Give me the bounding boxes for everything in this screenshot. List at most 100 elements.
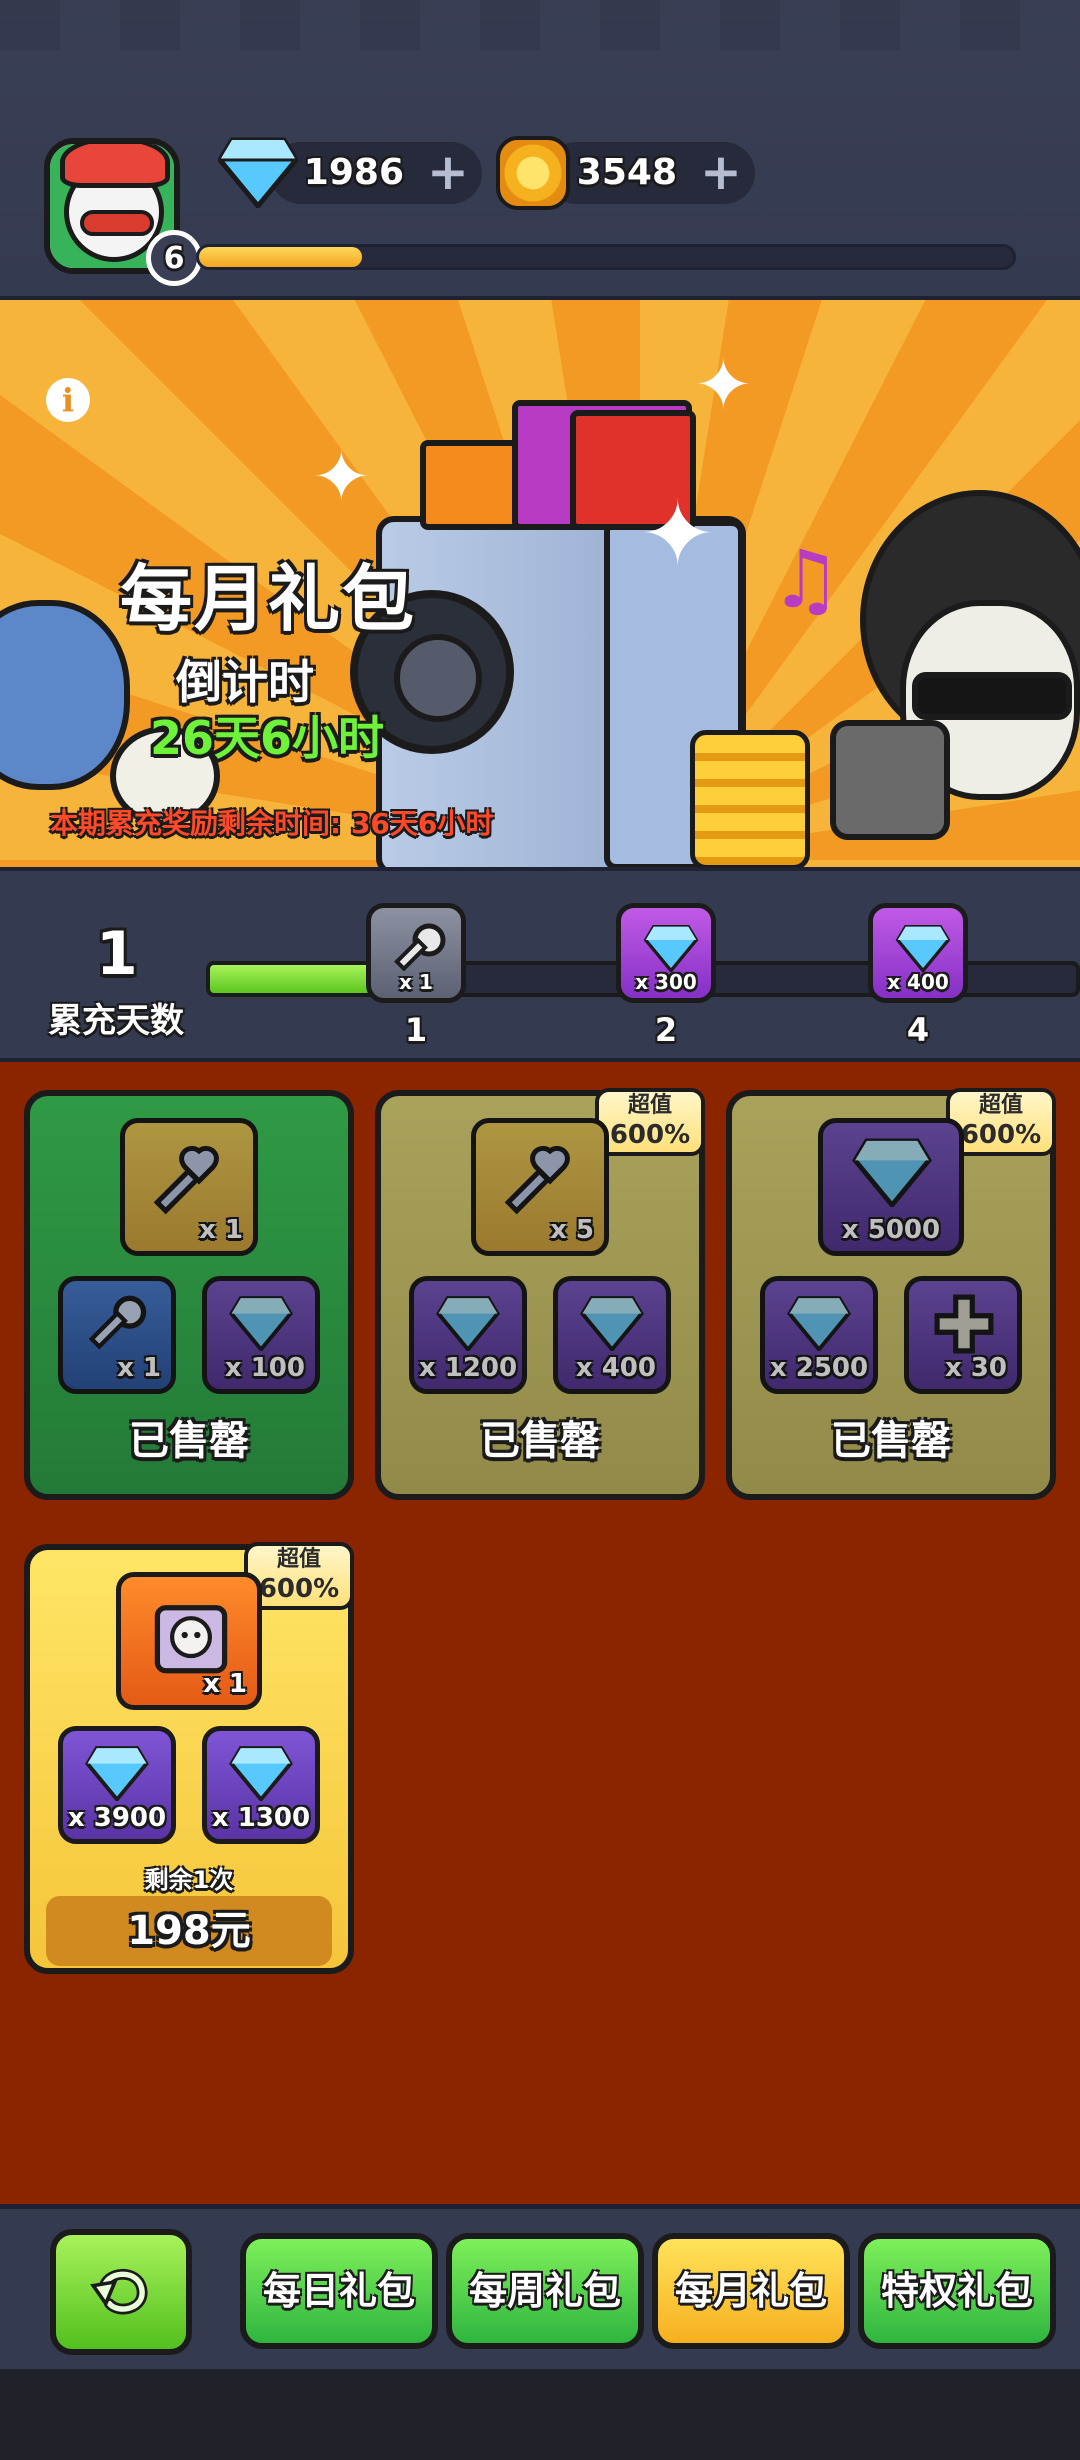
boombox: [830, 720, 950, 840]
reward-qty: x 1300: [211, 1803, 311, 1833]
tab-weekly-pack[interactable]: 每周礼包: [446, 2233, 644, 2349]
sunglasses: [912, 672, 1072, 720]
gem-icon: [852, 1138, 932, 1207]
milestone-reward-2[interactable]: x 300: [616, 903, 716, 1003]
sold-out-label: 已售罄: [480, 1418, 600, 1464]
back-button[interactable]: [50, 2229, 192, 2355]
gem-icon: [229, 1296, 293, 1351]
pack-card-1[interactable]: x 1 x 1 x 100 已售罄: [24, 1090, 354, 1500]
value-badge-label: 超值: [627, 1093, 672, 1118]
reward-qty: x 1: [203, 1669, 247, 1699]
reward-qty: x 5: [550, 1215, 594, 1245]
heart-key-icon: [153, 1145, 219, 1215]
tab-monthly-pack[interactable]: 每月礼包: [652, 2233, 850, 2349]
tab-daily-pack[interactable]: 每日礼包: [240, 2233, 438, 2349]
sold-out-label: 已售罄: [129, 1418, 249, 1464]
remaining-purchases: 剩余1次: [144, 1866, 234, 1894]
gem-count: 1986: [303, 152, 404, 193]
coin-stack: [690, 730, 810, 867]
gem-icon: [895, 925, 951, 972]
sheep-box-icon: [154, 1605, 228, 1674]
reward-slot-sub: x 2500: [760, 1276, 878, 1394]
gem-icon: [218, 137, 298, 208]
reward-slot-sub: x 3900: [58, 1726, 176, 1844]
blue-key-icon: [88, 1295, 147, 1350]
gem-icon: [787, 1296, 851, 1351]
value-badge-label: 超值: [978, 1093, 1023, 1118]
gem-icon: [643, 925, 699, 972]
pack-card-3[interactable]: 超值 600% x 5000 x 2500 x 30 已售罄: [726, 1088, 1056, 1500]
banner-title: 每月礼包: [120, 557, 417, 641]
recharge-progress: 1 累充天数 x 1 1 x 300 2 x 400 4: [0, 867, 1080, 1062]
sparkle-icon: ✦: [640, 482, 716, 587]
value-badge: 超值 600%: [595, 1088, 705, 1156]
coin-icon: [496, 136, 570, 210]
monthly-pack-banner: ✦ ✦ ✦ ♫ i 每月礼包 倒计时 26天6小时 本期累充奖励剩余时间: 36…: [0, 300, 1080, 867]
reward-slot-main: x 5: [471, 1118, 609, 1256]
milestone-reward-1[interactable]: x 1: [366, 903, 466, 1003]
tab-privilege-pack[interactable]: 特权礼包: [858, 2233, 1056, 2349]
gem-icon: [436, 1296, 500, 1351]
reward-qty: x 30: [944, 1353, 1007, 1383]
milestone-qty: x 400: [887, 970, 949, 994]
reward-qty: x 400: [575, 1353, 656, 1383]
value-badge-label: 超值: [276, 1547, 321, 1572]
value-badge-percent: 600%: [609, 1120, 691, 1150]
reward-slot-main: x 1: [116, 1572, 262, 1710]
coin-count: 3548: [576, 152, 677, 193]
recharge-days-label: 累充天数: [48, 1001, 184, 1041]
sold-out-label: 已售罄: [831, 1418, 951, 1464]
reward-slot-main: x 1: [120, 1118, 258, 1256]
reward-slot-sub: x 100: [202, 1276, 320, 1394]
milestone-day: 1: [404, 1011, 428, 1049]
coin-counter: 3548 +: [545, 142, 755, 204]
reward-qty: x 2500: [769, 1353, 869, 1383]
reward-qty: x 100: [224, 1353, 305, 1383]
milestone-day: 4: [906, 1011, 930, 1049]
add-gems-button[interactable]: +: [426, 147, 470, 197]
reward-qty: x 1: [199, 1215, 243, 1245]
xp-bar-fill: [199, 247, 362, 267]
value-badge-percent: 600%: [258, 1574, 340, 1604]
xp-bar: [196, 244, 1016, 270]
info-icon[interactable]: i: [46, 378, 90, 422]
recharge-period-text: 本期累充奖励剩余时间: 36天6小时: [50, 807, 494, 840]
packs-grid: x 1 x 1 x 100 已售罄 超值 600% x 5 x 1200 x 4…: [0, 1062, 1080, 2204]
sparkle-icon: ✦: [312, 436, 371, 518]
bottom-nav: 每日礼包 每周礼包 每月礼包 特权礼包: [0, 2204, 1080, 2369]
sparkle-icon: ✦: [694, 344, 753, 426]
gem-icon: [85, 1746, 149, 1801]
gem-icon: [229, 1746, 293, 1801]
footer-bar: [0, 2369, 1080, 2460]
cross-icon: [934, 1294, 994, 1354]
reward-slot-sub: x 1: [58, 1276, 176, 1394]
pack-card-2[interactable]: 超值 600% x 5 x 1200 x 400 已售罄: [375, 1088, 705, 1500]
reward-slot-sub: x 1300: [202, 1726, 320, 1844]
gem-icon: [580, 1296, 644, 1351]
buy-button[interactable]: 198元: [46, 1896, 332, 1966]
milestone-reward-3[interactable]: x 400: [868, 903, 968, 1003]
value-badge-percent: 600%: [960, 1120, 1042, 1150]
reward-qty: x 1: [117, 1353, 161, 1383]
recharge-days-count: 1: [96, 919, 138, 989]
progress-fill: [210, 965, 384, 993]
top-bar: 6 1986 + 3548 +: [0, 0, 1080, 300]
reward-qty: x 1200: [418, 1353, 518, 1383]
heart-key-icon: [504, 1145, 570, 1215]
milestone-qty: x 300: [635, 970, 697, 994]
reward-slot-main: x 5000: [818, 1118, 964, 1256]
reward-slot-sub: x 30: [904, 1276, 1022, 1394]
helmet-skeleton: [0, 600, 130, 790]
milestone-qty: x 1: [399, 970, 433, 994]
reward-slot-sub: x 1200: [409, 1276, 527, 1394]
reward-slot-sub: x 400: [553, 1276, 671, 1394]
reward-qty: x 5000: [841, 1215, 941, 1245]
pack-card-4[interactable]: 超值 600% x 1 x 3900 x 1300 剩余1次 198元: [24, 1542, 354, 1974]
add-coins-button[interactable]: +: [699, 147, 743, 197]
music-note-icon: ♫: [770, 533, 842, 626]
reward-qty: x 3900: [67, 1803, 167, 1833]
level-badge: 6: [146, 230, 202, 286]
milestone-day: 2: [654, 1011, 678, 1049]
countdown-value: 26天6小时: [150, 711, 385, 765]
gem-counter: 1986 +: [270, 142, 482, 204]
